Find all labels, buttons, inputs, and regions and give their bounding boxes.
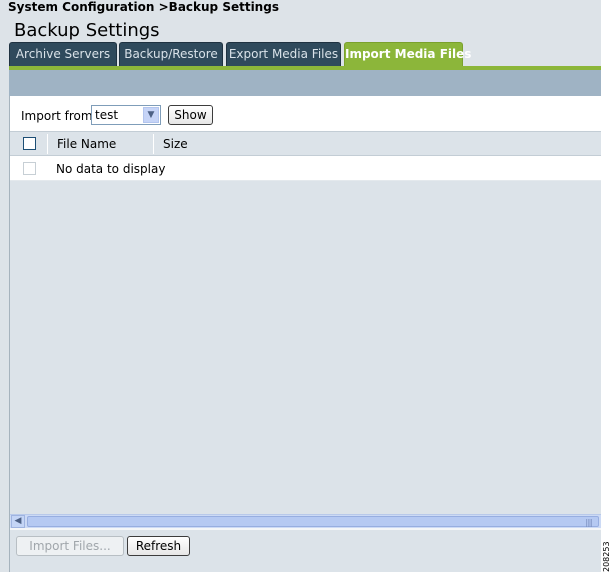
backup-settings-window: System Configuration >Backup Settings Ba…: [0, 0, 601, 572]
import-from-bar: Import from: test ▼ Show: [10, 96, 601, 132]
import-from-select[interactable]: test ▼: [91, 105, 161, 125]
column-header-file-name[interactable]: File Name: [57, 132, 116, 156]
import-media-panel: Import from: test ▼ Show File Name Size …: [9, 96, 601, 572]
tab-bar: Archive Servers Backup/Restore Export Me…: [9, 42, 601, 68]
select-all-checkbox[interactable]: [23, 137, 36, 150]
breadcrumb: System Configuration >Backup Settings: [8, 0, 279, 14]
footer-divider: [10, 528, 601, 530]
page-title: Backup Settings: [14, 20, 160, 41]
empty-table-message: No data to display: [56, 162, 166, 176]
table-header: File Name Size: [10, 132, 601, 156]
column-separator: [153, 134, 154, 154]
row-checkbox[interactable]: [23, 162, 36, 175]
import-from-selected-value: test: [95, 108, 119, 122]
chevron-down-icon[interactable]: ▼: [143, 107, 159, 123]
refresh-button[interactable]: Refresh: [127, 536, 190, 556]
table-row: No data to display: [10, 156, 601, 181]
import-from-label: Import from:: [21, 109, 97, 123]
show-button[interactable]: Show: [168, 105, 213, 125]
column-separator: [47, 134, 48, 154]
tab-archive-servers[interactable]: Archive Servers: [9, 42, 117, 66]
scrollbar-thumb[interactable]: ||||: [27, 516, 599, 527]
tab-backup-restore[interactable]: Backup/Restore: [119, 42, 223, 66]
grip-icon: ||||: [585, 518, 593, 527]
figure-code: 208253: [602, 541, 611, 572]
tab-import-media-files[interactable]: Import Media Files: [344, 42, 471, 68]
tab-export-media-files[interactable]: Export Media Files: [226, 42, 341, 66]
import-files-button[interactable]: Import Files...: [16, 536, 124, 556]
chevron-left-icon[interactable]: ◀: [11, 515, 25, 528]
column-header-size[interactable]: Size: [163, 132, 188, 156]
section-header-band: [9, 70, 601, 96]
horizontal-scrollbar[interactable]: ◀ ||||: [10, 514, 601, 528]
